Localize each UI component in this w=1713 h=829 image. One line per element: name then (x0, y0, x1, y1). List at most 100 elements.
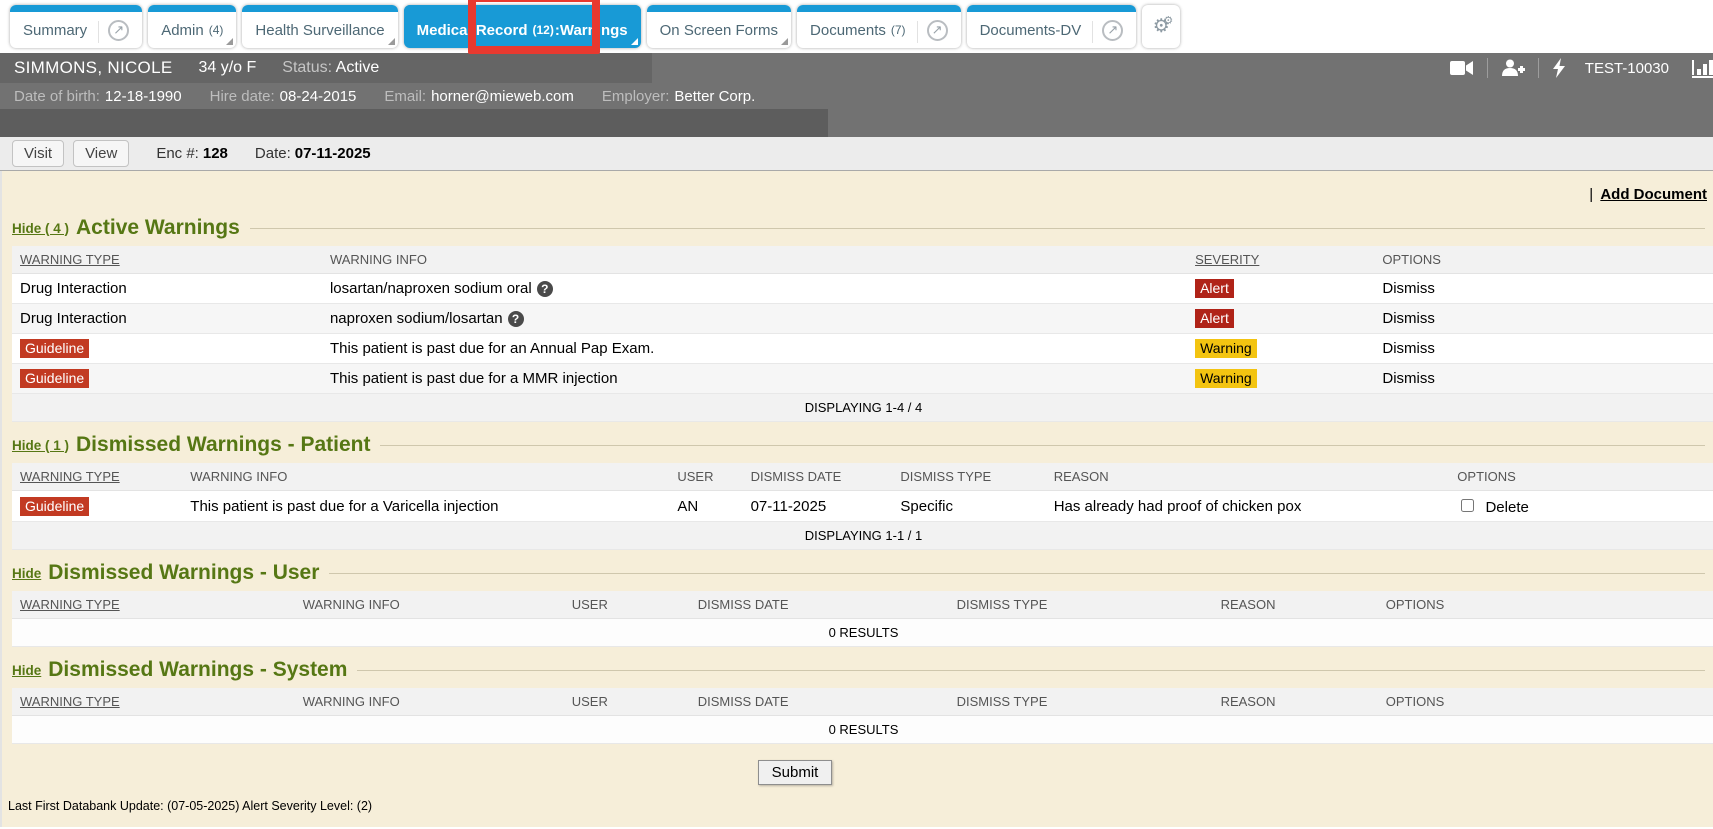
add-document-link[interactable]: Add Document (1600, 186, 1707, 203)
severity-badge: Alert (1195, 309, 1234, 328)
help-icon[interactable]: ? (537, 281, 553, 297)
table-row: Guideline This patient is past due for a… (12, 364, 1713, 394)
help-icon[interactable]: ? (508, 311, 524, 327)
column-warning-info: WARNING INFO (322, 246, 1187, 274)
hide-dismissed-patient-link[interactable]: Hide ( 1 ) (12, 438, 69, 453)
column-dismiss-date: DISMISS DATE (690, 591, 949, 619)
severity-badge: Warning (1195, 339, 1257, 358)
column-warning-type[interactable]: WARNING TYPE (12, 463, 182, 491)
tab-summary[interactable]: Summary ↗ (10, 5, 142, 48)
user-value: AN (669, 491, 742, 522)
column-options: OPTIONS (1378, 591, 1713, 619)
delete-label: Delete (1485, 499, 1528, 516)
tab-documents-dv[interactable]: Documents-DV ↗ (967, 5, 1137, 48)
dismiss-link[interactable]: Dismiss (1374, 334, 1713, 364)
dismissed-user-table: WARNING TYPE WARNING INFO USER DISMISS D… (12, 591, 1713, 647)
flash-icon[interactable] (1539, 58, 1579, 78)
patient-name: SIMMONS, NICOLE (14, 58, 172, 78)
add-user-icon[interactable] (1488, 59, 1538, 77)
table-row: Drug Interaction losartan/naproxen sodiu… (12, 274, 1713, 304)
popout-icon[interactable]: ↗ (108, 20, 129, 41)
popout-icon[interactable]: ↗ (1102, 20, 1123, 41)
column-warning-type[interactable]: WARNING TYPE (12, 688, 295, 716)
encounter-date: Date:07-11-2025 (255, 145, 371, 162)
dismiss-link[interactable]: Dismiss (1374, 364, 1713, 394)
column-warning-info: WARNING INFO (182, 463, 669, 491)
section-rule (380, 445, 1705, 446)
tab-label: Summary (23, 22, 87, 39)
tab-divider (98, 21, 99, 43)
column-warning-type[interactable]: WARNING TYPE (12, 591, 295, 619)
tab-health-surveillance[interactable]: Health Surveillance (242, 5, 397, 48)
table-row: Guideline This patient is past due for a… (12, 334, 1713, 364)
table-row: Guideline This patient is past due for a… (12, 491, 1713, 522)
dismissed-system-header: Hide Dismissed Warnings - System (12, 658, 1705, 682)
dismissed-patient-header: Hide ( 1 ) Dismissed Warnings - Patient (12, 433, 1705, 457)
dismiss-link[interactable]: Dismiss (1374, 274, 1713, 304)
column-user: USER (564, 591, 690, 619)
submit-button[interactable]: Submit (758, 760, 833, 785)
tab-count: (4) (209, 23, 224, 37)
video-camera-icon[interactable] (1437, 60, 1487, 76)
warning-type-badge: Guideline (20, 339, 89, 358)
annotation-highlight-box (468, 0, 600, 54)
popout-icon[interactable]: ↗ (927, 20, 948, 41)
paging-status: DISPLAYING 1-1 / 1 (12, 522, 1713, 550)
view-button[interactable]: View (73, 140, 129, 167)
tab-divider (917, 21, 918, 43)
column-severity[interactable]: SEVERITY (1187, 246, 1374, 274)
table-row: Drug Interaction naproxen sodium/losarta… (12, 304, 1713, 334)
column-reason: REASON (1046, 463, 1450, 491)
column-warning-type[interactable]: WARNING TYPE (12, 246, 322, 274)
column-options: OPTIONS (1378, 688, 1713, 716)
encounter-number: Enc #:128 (156, 145, 228, 162)
tab-on-screen-forms[interactable]: On Screen Forms (647, 5, 791, 48)
patient-id: TEST-10030 (1579, 60, 1679, 77)
hire-date-field: Hire date:08-24-2015 (210, 88, 357, 105)
column-dismiss-type: DISMISS TYPE (892, 463, 1045, 491)
tab-count: (7) (891, 23, 906, 37)
tab-bar: Summary ↗ Admin (4) Health Surveillance … (0, 0, 1713, 53)
dismiss-link[interactable]: Dismiss (1374, 304, 1713, 334)
dismiss-date-value: 07-11-2025 (743, 491, 893, 522)
dismissed-system-table: WARNING TYPE WARNING INFO USER DISMISS D… (12, 688, 1713, 744)
warning-info: losartan/naproxen sodium oral (330, 280, 532, 297)
active-warnings-table: WARNING TYPE WARNING INFO SEVERITY OPTIO… (12, 246, 1713, 422)
section-title: Active Warnings (76, 216, 240, 240)
warning-info: This patient is past due for a Varicella… (182, 491, 669, 522)
dismissed-patient-table: WARNING TYPE WARNING INFO USER DISMISS D… (12, 463, 1713, 550)
tab-label: On Screen Forms (660, 22, 778, 39)
column-dismiss-date: DISMISS DATE (743, 463, 893, 491)
tab-label: Documents-DV (980, 22, 1082, 39)
column-reason: REASON (1213, 591, 1378, 619)
hide-active-warnings-link[interactable]: Hide ( 4 ) (12, 221, 69, 236)
warning-type-badge: Guideline (20, 369, 89, 388)
databank-update-note: Last First Databank Update: (07-05-2025)… (8, 799, 1713, 813)
dob-field: Date of birth:12-18-1990 (14, 88, 182, 105)
hide-dismissed-system-link[interactable]: Hide (12, 663, 41, 678)
column-warning-info: WARNING INFO (295, 688, 564, 716)
warning-type: Drug Interaction (12, 274, 322, 304)
settings-button[interactable]: ⚙ ⚙ (1142, 5, 1180, 48)
header-dark-panel (0, 109, 828, 137)
encounter-bar: Visit View Enc #:128 Date:07-11-2025 (0, 137, 1713, 171)
section-title: Dismissed Warnings - Patient (76, 433, 370, 457)
warning-info: This patient is past due for an Annual P… (322, 334, 1187, 364)
tab-admin[interactable]: Admin (4) (148, 5, 236, 48)
employer-field: Employer:Better Corp. (602, 88, 755, 105)
section-rule (357, 670, 1705, 671)
reason-value: Has already had proof of chicken pox (1046, 491, 1450, 522)
delete-checkbox[interactable] (1461, 499, 1474, 512)
tab-documents[interactable]: Documents (7) ↗ (797, 5, 961, 48)
patient-status: Status: Active (282, 59, 379, 77)
severity-badge: Warning (1195, 369, 1257, 388)
section-rule (329, 573, 1705, 574)
visit-button[interactable]: Visit (12, 140, 64, 167)
patient-header: SIMMONS, NICOLE 34 y/o F Status: Active … (0, 53, 1713, 137)
dismiss-type-value: Specific (892, 491, 1045, 522)
tab-label: Health Surveillance (255, 22, 384, 39)
hide-dismissed-user-link[interactable]: Hide (12, 566, 41, 581)
active-warnings-header: Hide ( 4 ) Active Warnings (12, 216, 1705, 240)
column-dismiss-type: DISMISS TYPE (949, 591, 1213, 619)
bar-chart-icon[interactable] (1679, 59, 1713, 78)
